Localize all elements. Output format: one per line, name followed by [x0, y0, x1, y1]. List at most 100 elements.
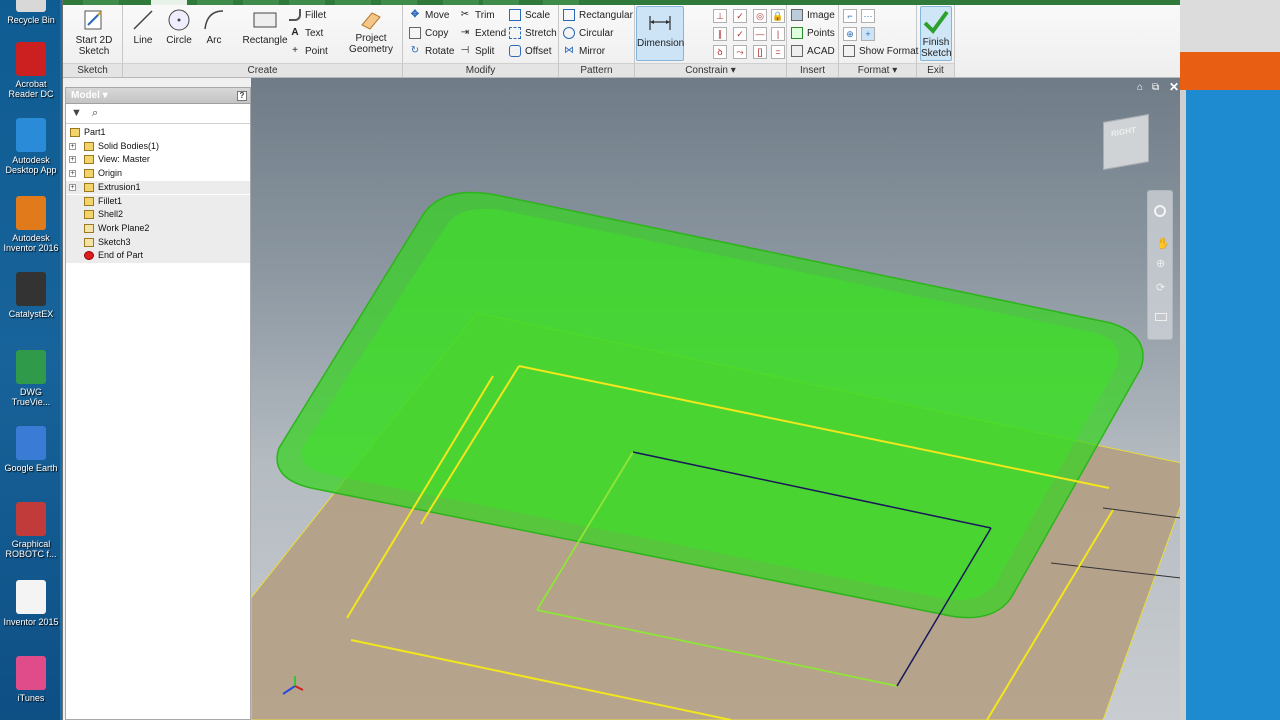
expand-icon[interactable]: + [69, 156, 76, 164]
project-geometry-icon [361, 12, 381, 30]
restore-icon[interactable]: ⧉ [1152, 82, 1159, 93]
desktop-icon[interactable]: Graphical ROBOTC f... [0, 502, 62, 559]
fix-constraint-icon[interactable]: 🔒 [771, 9, 785, 23]
tree-node[interactable]: + Solid Bodies(1) [66, 140, 250, 154]
tree-node[interactable]: Sketch3 [66, 235, 250, 250]
pan-icon[interactable]: ✋ [1156, 237, 1170, 250]
points-button[interactable]: Points [791, 26, 835, 42]
filter-icon[interactable]: ▼ [71, 107, 82, 119]
split-button[interactable]: ⊣ Split [459, 44, 495, 60]
center-point-icon[interactable]: ⊕ [843, 27, 857, 41]
extend-button[interactable]: ⇥ Extend [459, 26, 506, 42]
extend-icon: ⇥ [460, 27, 470, 39]
expand-icon[interactable]: + [69, 142, 76, 150]
coincident-constraint-icon[interactable]: ⊥ [713, 9, 727, 23]
viewcube-face-label: RIGHT [1111, 125, 1136, 139]
home-view-icon[interactable]: ⌂ [1137, 82, 1143, 93]
copy-button[interactable]: Copy [409, 26, 448, 42]
tangent-constraint-icon[interactable]: ꝺ [713, 45, 727, 59]
move-button[interactable]: ✥ Move [409, 8, 450, 24]
trim-button[interactable]: ✂ Trim [459, 8, 495, 24]
tree-node[interactable]: + Extrusion1 [66, 180, 250, 195]
background-window-scrollbar[interactable] [1180, 90, 1186, 720]
start-2d-sketch-button[interactable]: Start 2D Sketch [69, 7, 119, 57]
centerline-icon[interactable]: ⋯ [861, 9, 875, 23]
image-button[interactable]: Image [791, 8, 835, 24]
text-button[interactable]: A Text [289, 26, 323, 42]
line-button[interactable]: Line [127, 7, 159, 46]
desktop-icon[interactable]: DWG TrueVie... [0, 350, 62, 407]
dimension-button[interactable]: Dimension [636, 6, 684, 61]
project-geometry-button[interactable]: Project Geometry [343, 7, 399, 55]
tree-node[interactable]: Work Plane2 [66, 221, 250, 236]
equal-constraint-icon[interactable]: = [771, 45, 785, 59]
stretch-button[interactable]: Stretch [509, 26, 557, 42]
orbit-icon[interactable]: ⟳ [1156, 281, 1165, 294]
end-of-part-icon [84, 251, 94, 261]
finish-sketch-label: Finish Sketch [921, 37, 952, 59]
desktop-icon[interactable]: Autodesk Inventor 2016 [0, 196, 62, 253]
parallel-constraint-icon[interactable]: ∥ [713, 27, 727, 41]
tree-node[interactable]: Shell2 [66, 208, 250, 222]
browser-header[interactable]: Model ▾ ? [66, 88, 250, 104]
smooth-constraint-icon[interactable]: ⤳ [733, 45, 747, 59]
desktop-icon[interactable]: Google Earth [0, 426, 62, 473]
mirror-button[interactable]: ⋈ Mirror [563, 44, 605, 60]
rectangle-button[interactable]: Rectangle [235, 7, 295, 46]
close-icon[interactable]: ✕ [1169, 80, 1179, 94]
extrusion-icon [84, 182, 94, 192]
point-button[interactable]: + Point [289, 44, 328, 60]
tree-node[interactable]: Fillet1 [66, 194, 250, 209]
project-geometry-label: Project Geometry [349, 33, 393, 55]
rectangular-pattern-button[interactable]: Rectangular [563, 8, 633, 24]
desktop-icon[interactable]: CatalystEX [0, 272, 62, 319]
show-format-button[interactable]: Show Format [843, 44, 918, 60]
help-icon[interactable]: ? [237, 91, 247, 101]
navigation-bar: ✋ ⊕ ⟳ [1147, 190, 1173, 340]
dimension-label: Dimension [637, 38, 685, 49]
perpendicular-constraint-icon[interactable]: ✓ [733, 27, 747, 41]
offset-button[interactable]: Offset [509, 44, 552, 60]
horizontal-constraint-icon[interactable]: — [753, 27, 767, 41]
tree-node[interactable]: + View: Master [66, 153, 250, 167]
construction-icon[interactable]: ⌐ [843, 9, 857, 23]
format-panel: ⌐ ⋯ ⊕ + Show Format Format ▾ [839, 5, 918, 77]
steering-wheel-icon[interactable] [1154, 205, 1166, 217]
desktop-icon[interactable]: Recycle Bin [0, 0, 62, 25]
desktop-icon-label: DWG TrueVie... [11, 387, 51, 407]
model-browser: Model ▾ ? ▼ ⌕ Part1 + Solid Bodies(1) + View… [65, 87, 251, 720]
zoom-icon[interactable]: ⊕ [1156, 257, 1165, 270]
tree-node[interactable]: End of Part [66, 249, 250, 263]
scale-button[interactable]: Scale [509, 8, 550, 24]
circle-button[interactable]: Circle [163, 7, 195, 46]
tree-node[interactable]: Part1 [66, 126, 250, 140]
expand-icon[interactable]: + [69, 170, 76, 178]
graphics-viewport[interactable]: RIGHT ⌂ ✋ ⊕ ⟳ ⧉ ✕ [251, 78, 1181, 720]
vertical-constraint-icon[interactable]: | [771, 27, 785, 41]
desktop-icon[interactable]: iTunes [0, 656, 62, 703]
desktop-icon[interactable]: Inventor 2015 [0, 580, 62, 627]
copy-label: Copy [425, 28, 449, 39]
acad-button[interactable]: ACAD [791, 44, 835, 60]
solid-bodies-icon [84, 141, 94, 151]
rotate-button[interactable]: ↻ Rotate [409, 44, 455, 60]
desktop-icon[interactable]: Autodesk Desktop App [0, 118, 62, 175]
tree-node[interactable]: + Origin [66, 167, 250, 181]
inventor-window: Start 2D Sketch Sketch Line Circle Arc R… [62, 0, 1181, 720]
collinear-constraint-icon[interactable]: ✓ [733, 9, 747, 23]
fillet-button[interactable]: Fillet [289, 8, 326, 24]
look-at-icon[interactable] [1155, 313, 1167, 321]
find-icon[interactable]: ⌕ [92, 107, 98, 120]
arc-button[interactable]: Arc [199, 7, 229, 46]
driven-dimension-icon[interactable]: + [861, 27, 875, 41]
expand-icon[interactable]: + [69, 183, 76, 191]
circular-pattern-button[interactable]: Circular [563, 26, 613, 42]
viewcube-body[interactable]: RIGHT [1103, 113, 1149, 171]
symmetric-constraint-icon[interactable]: [] [753, 45, 767, 59]
finish-sketch-button[interactable]: Finish Sketch [920, 6, 952, 61]
desktop-icon[interactable]: Acrobat Reader DC [0, 42, 62, 99]
viewcube[interactable] [1169, 116, 1170, 117]
modify-panel-title: Modify [403, 63, 558, 77]
concentric-constraint-icon[interactable]: ◎ [753, 9, 767, 23]
point-icon: + [292, 45, 298, 57]
